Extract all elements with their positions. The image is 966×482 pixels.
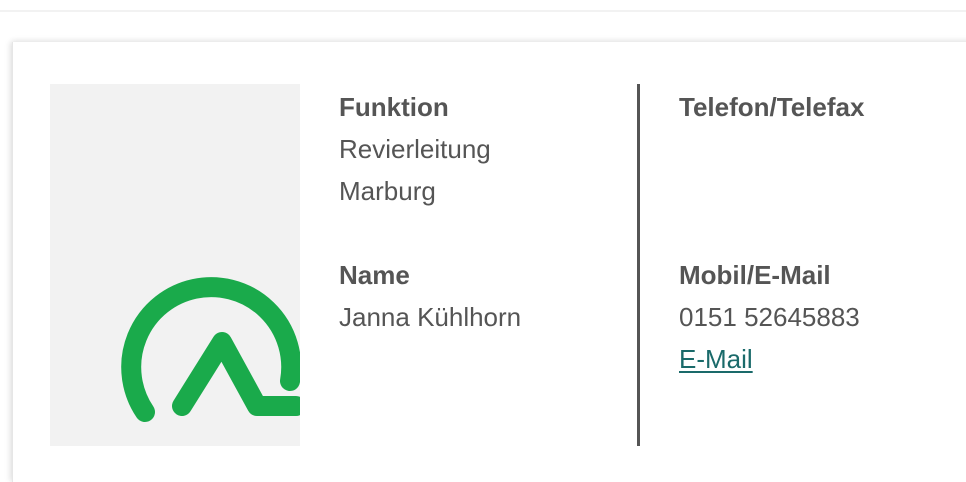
telefon-label: Telefon/Telefax [679,92,865,122]
name-label: Name [339,260,410,290]
name-value: Janna Kühlhorn [339,302,522,332]
funktion-value-line2: Marburg [339,176,436,206]
mobil-label: Mobil/E-Mail [679,260,831,290]
green-arc-logo-icon [121,277,300,422]
column-divider [637,84,640,446]
funktion-value-line1: Revierleitung [339,134,491,164]
top-divider [0,10,966,12]
mobil-value: 0151 52645883 [679,302,860,332]
email-link[interactable]: E-Mail [679,344,753,374]
contact-right-column: Telefon/Telefax Mobil/E-Mail 0151 526458… [679,86,959,380]
contact-image [50,84,300,446]
funktion-label: Funktion [339,92,449,122]
contact-left-column: Funktion Revierleitung Marburg Name Jann… [339,86,609,338]
